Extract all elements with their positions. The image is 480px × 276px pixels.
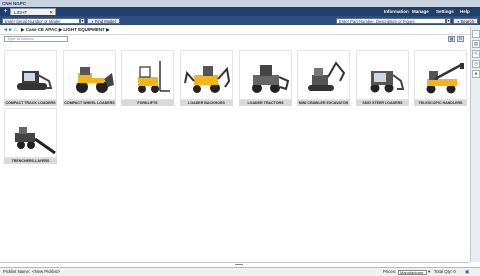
category-label[interactable]: FORKLIFTS	[121, 100, 174, 106]
home-icon[interactable]: ⌂	[14, 27, 17, 33]
menu-help[interactable]: Help	[460, 7, 470, 16]
category-label[interactable]: MINI CRAWLER EXCAVATOR	[297, 100, 350, 106]
sidebar-collapse-icon[interactable]: ‹	[472, 30, 480, 38]
prices-select[interactable]: Manufacturer	[398, 269, 427, 275]
forklift-icon[interactable]	[121, 50, 174, 100]
skid-steer-icon[interactable]	[356, 50, 409, 100]
category-label[interactable]: LOADER TRACTORS	[239, 100, 292, 106]
bookmark-icon[interactable]: ★	[472, 70, 480, 78]
category-card[interactable]: LOADER BACKHOES	[180, 50, 233, 107]
part-search-input[interactable]: Enter Part Number, Description or Figure	[336, 17, 446, 24]
category-card[interactable]: COMPACT TRACK LOADERS	[4, 50, 57, 107]
tab-light-equipment[interactable]: LIGHT EQUIPMENT ✕	[10, 8, 56, 22]
mini-excavator-icon[interactable]	[297, 50, 350, 100]
category-card[interactable]: COMPACT WHEEL LOADERS	[63, 50, 116, 107]
top-nav: + LIGHT EQUIPMENT ✕ Information Manage S…	[0, 7, 480, 22]
forward-arrow-icon[interactable]: ►	[8, 27, 13, 33]
serial-dropdown-icon[interactable]: ▾	[80, 17, 85, 24]
close-tab-icon[interactable]: ✕	[49, 9, 53, 16]
search-icon: ⌕	[457, 18, 460, 24]
find-model-label: Find Model	[94, 18, 116, 24]
track-loader-icon[interactable]	[4, 50, 57, 100]
category-card[interactable]: FORKLIFTS	[121, 50, 174, 107]
category-card[interactable]: SKID STEER LOADERS	[356, 50, 409, 107]
right-toolbar: ‹ ▤ ✎ ◷ ★	[470, 26, 480, 262]
picklist-icon[interactable]: ▤	[472, 40, 480, 48]
category-label[interactable]: COMPACT WHEEL LOADERS	[63, 100, 116, 106]
category-label[interactable]: LOADER BACKHOES	[180, 100, 233, 106]
backhoe-icon[interactable]	[180, 50, 233, 100]
trencher-icon[interactable]	[4, 108, 57, 158]
menu-settings[interactable]: Settings	[436, 7, 454, 16]
loader-tractor-icon[interactable]	[239, 50, 292, 100]
menu-information[interactable]: Information	[384, 7, 409, 16]
category-label[interactable]: COMPACT TRACK LOADERS	[4, 100, 57, 106]
search-bar: Enter Serial Number or Model ▾ ⌕ Find Mo…	[0, 16, 480, 39]
part-dropdown-icon[interactable]: ▾	[446, 17, 451, 24]
history-icon[interactable]: ◷	[472, 60, 480, 68]
grid-view-icon[interactable]: ▦	[448, 36, 455, 42]
menu-manage[interactable]: Manage	[412, 7, 429, 16]
category-card[interactable]: LOADER TRACTORS	[239, 50, 292, 107]
app-logo: CNH NGPC	[2, 1, 27, 6]
search-icon: ⌕	[91, 18, 94, 24]
search-button-label: Search	[460, 18, 474, 24]
category-card[interactable]: TRENCHERS-LAYERS	[4, 108, 57, 165]
telehandler-icon[interactable]	[414, 50, 467, 100]
serial-search-input[interactable]: Enter Serial Number or Model	[2, 17, 80, 24]
filter-bar: Type to narrow ▦ ☰	[0, 35, 470, 43]
category-label[interactable]: SKID STEER LOADERS	[356, 100, 409, 106]
breadcrumb[interactable]: ▶ Case CE APAC ▶ LIGHT EQUIPMENT ▶	[21, 27, 110, 33]
breadcrumb-bar: ◄ ► ⌂ ▶ Case CE APAC ▶ LIGHT EQUIPMENT ▶	[0, 26, 470, 35]
notes-icon[interactable]: ✎	[472, 50, 480, 58]
find-model-button[interactable]: ⌕ Find Model	[87, 17, 120, 24]
category-card[interactable]: TELESCOPIC HANDLERS	[414, 50, 467, 107]
list-view-icon[interactable]: ☰	[457, 36, 464, 42]
new-tab-button[interactable]: +	[2, 8, 9, 15]
search-button[interactable]: ⌕ Search	[453, 17, 478, 24]
filter-input[interactable]: Type to narrow	[4, 36, 68, 42]
category-label[interactable]: TELESCOPIC HANDLERS	[414, 100, 467, 106]
category-label[interactable]: TRENCHERS-LAYERS	[4, 158, 57, 164]
category-card[interactable]: MINI CRAWLER EXCAVATOR	[297, 50, 350, 107]
wheel-loader-icon[interactable]	[63, 50, 116, 100]
